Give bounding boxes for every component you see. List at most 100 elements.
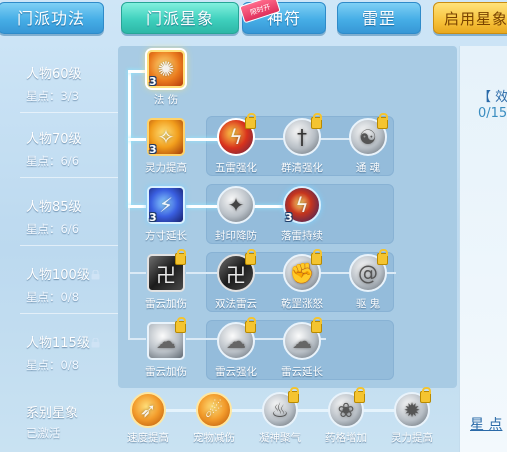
lock-icon (311, 249, 322, 265)
skill-node[interactable]: ✦ 封印降防 (214, 186, 258, 243)
star-point-link[interactable]: 星 点 (470, 414, 502, 434)
tab-sect-skills[interactable]: 门派功法 (0, 2, 104, 34)
effect-progress: 0/15 (478, 106, 507, 121)
series-label: 系别星象 已激活 (26, 402, 121, 441)
level-num: 3 (149, 75, 157, 88)
lock-icon (245, 317, 256, 333)
level-num: 3 (149, 211, 157, 224)
series-node[interactable]: ☄ 宠物减伤 (192, 392, 236, 445)
skill-name: 落雷持续 (281, 230, 323, 242)
series-name: 灵力提高 (391, 432, 433, 444)
level-value: 人物100级 (26, 268, 90, 283)
skill-name: 雷云加伤 (145, 298, 187, 310)
row-label-100: 人物100级 星点：0/8 (26, 264, 121, 305)
skill-name: 雷云加伤 (145, 366, 187, 378)
skill-name: 驱 鬼 (355, 298, 381, 310)
skill-node[interactable]: ☁ 雷云强化 (214, 317, 258, 379)
swirl-icon: @ (349, 249, 388, 292)
level-value: 人物115级 (26, 336, 90, 351)
row-label-60: 人物60级 星点：3/3 (26, 63, 121, 104)
level-text: 人物115级 (26, 332, 121, 351)
series-status: 已激活 (26, 426, 61, 440)
skill-name: 通 魂 (355, 162, 381, 174)
lock-icon (175, 317, 186, 333)
skill-node[interactable]: 卍 雷云加伤 (144, 249, 188, 311)
talisman-icon: 卍 (147, 249, 186, 292)
fist-icon: ✊ (283, 249, 322, 292)
skill-node[interactable]: ☁ 雷云加伤 (144, 317, 188, 379)
thunder-icon: ϟ3 (283, 186, 321, 224)
level-num: 3 (149, 143, 157, 156)
level-text: 人物70级 (26, 132, 82, 147)
skill-name: 五雷强化 (215, 162, 257, 174)
lock-icon (377, 249, 388, 265)
cloud-hand-icon: ☁ (217, 317, 256, 360)
pet-shield-icon: ☄ (196, 392, 232, 428)
series-name: 药格增加 (325, 432, 367, 444)
level-text: 人物100级 (26, 264, 121, 283)
lock-icon (311, 317, 322, 333)
skill-node[interactable]: ☁ 雷云延长 (280, 317, 324, 379)
skill-node[interactable]: † 群清强化 (280, 113, 324, 175)
skill-node[interactable]: ☯ 通 魂 (346, 113, 390, 175)
series-name: 宠物减伤 (193, 432, 235, 444)
thunder-seal-icon: ϟ (217, 113, 256, 156)
tab-thunder[interactable]: 雷罡 (337, 2, 421, 34)
lock-icon (91, 270, 100, 280)
skill-name: 封印降防 (215, 230, 257, 242)
skill-node[interactable]: @ 驱 鬼 (346, 249, 390, 311)
series-name: 凝神聚气 (259, 432, 301, 444)
series-node[interactable]: ❀ 药格增加 (324, 387, 368, 445)
talisman-icon: 卍 (217, 249, 256, 292)
skill-name: 雷云延长 (281, 366, 323, 378)
spark-hand-icon: ✧ 3 (147, 118, 185, 156)
row-label-70: 人物70级 星点：6/6 (26, 128, 121, 169)
lock-icon (311, 113, 322, 129)
skill-node[interactable]: ✧ 3 灵力提高 (144, 118, 188, 175)
level-num: 3 (285, 211, 293, 224)
star-points: 星点：0/8 (26, 358, 80, 372)
skill-node[interactable]: 卍 双法雷云 (214, 249, 258, 311)
skill-name: 方寸延长 (145, 230, 187, 242)
tab-sect-astrology[interactable]: 门派星象 (121, 2, 239, 34)
series-node[interactable]: ✹ 灵力提高 (390, 387, 434, 445)
skill-name: 法 伤 (153, 94, 179, 106)
skill-name: 双法雷云 (215, 298, 257, 310)
skill-node[interactable]: ϟ3 落雷持续 (280, 186, 324, 243)
level-text: 人物85级 (26, 200, 82, 215)
glyph: ➶ (139, 398, 157, 422)
glyph: ✦ (227, 193, 245, 217)
lock-icon (420, 387, 431, 403)
speed-icon: ➶ (130, 392, 166, 428)
series-name: 速度提高 (127, 432, 169, 444)
lock-icon (245, 113, 256, 129)
skill-name: 灵力提高 (145, 162, 187, 174)
series-node[interactable]: ♨ 凝神聚气 (258, 387, 302, 445)
cloud-hand-icon: ☁ (147, 317, 186, 360)
star-points: 星点：6/6 (26, 222, 80, 236)
series-node[interactable]: ➶ 速度提高 (126, 392, 170, 445)
sword-icon: † (283, 113, 322, 156)
top-tab-bar: 门派功法 门派星象 神符 限时开 雷罡 启用星象 (0, 0, 507, 40)
skill-node[interactable]: ✺ 3 法 伤 (144, 50, 188, 107)
focus-icon: ♨ (262, 387, 299, 428)
enable-astrology-button[interactable]: 启用星象 (433, 2, 507, 34)
fire-body-icon: ✺ 3 (147, 50, 185, 88)
row-label-85: 人物85级 星点：6/6 (26, 196, 121, 237)
star-points: 星点：0/8 (26, 290, 80, 304)
skill-node[interactable]: ⚡ 3 方寸延长 (144, 186, 188, 243)
glyph: ☄ (205, 398, 223, 422)
skill-node[interactable]: ϟ 五雷强化 (214, 113, 258, 175)
skill-name: 群清强化 (281, 162, 323, 174)
star-points: 星点：6/6 (26, 154, 80, 168)
skill-node[interactable]: ✊ 乾罡涨怒 (280, 249, 324, 311)
lock-icon (288, 387, 299, 403)
lock-icon (245, 249, 256, 265)
seal-icon: ✦ (217, 186, 255, 224)
lock-icon (91, 338, 100, 348)
divider (20, 112, 118, 113)
divider (20, 177, 118, 178)
skill-name: 雷云强化 (215, 366, 257, 378)
series-title: 系别星象 (26, 406, 79, 421)
lightning-icon: ⚡ 3 (147, 186, 185, 224)
